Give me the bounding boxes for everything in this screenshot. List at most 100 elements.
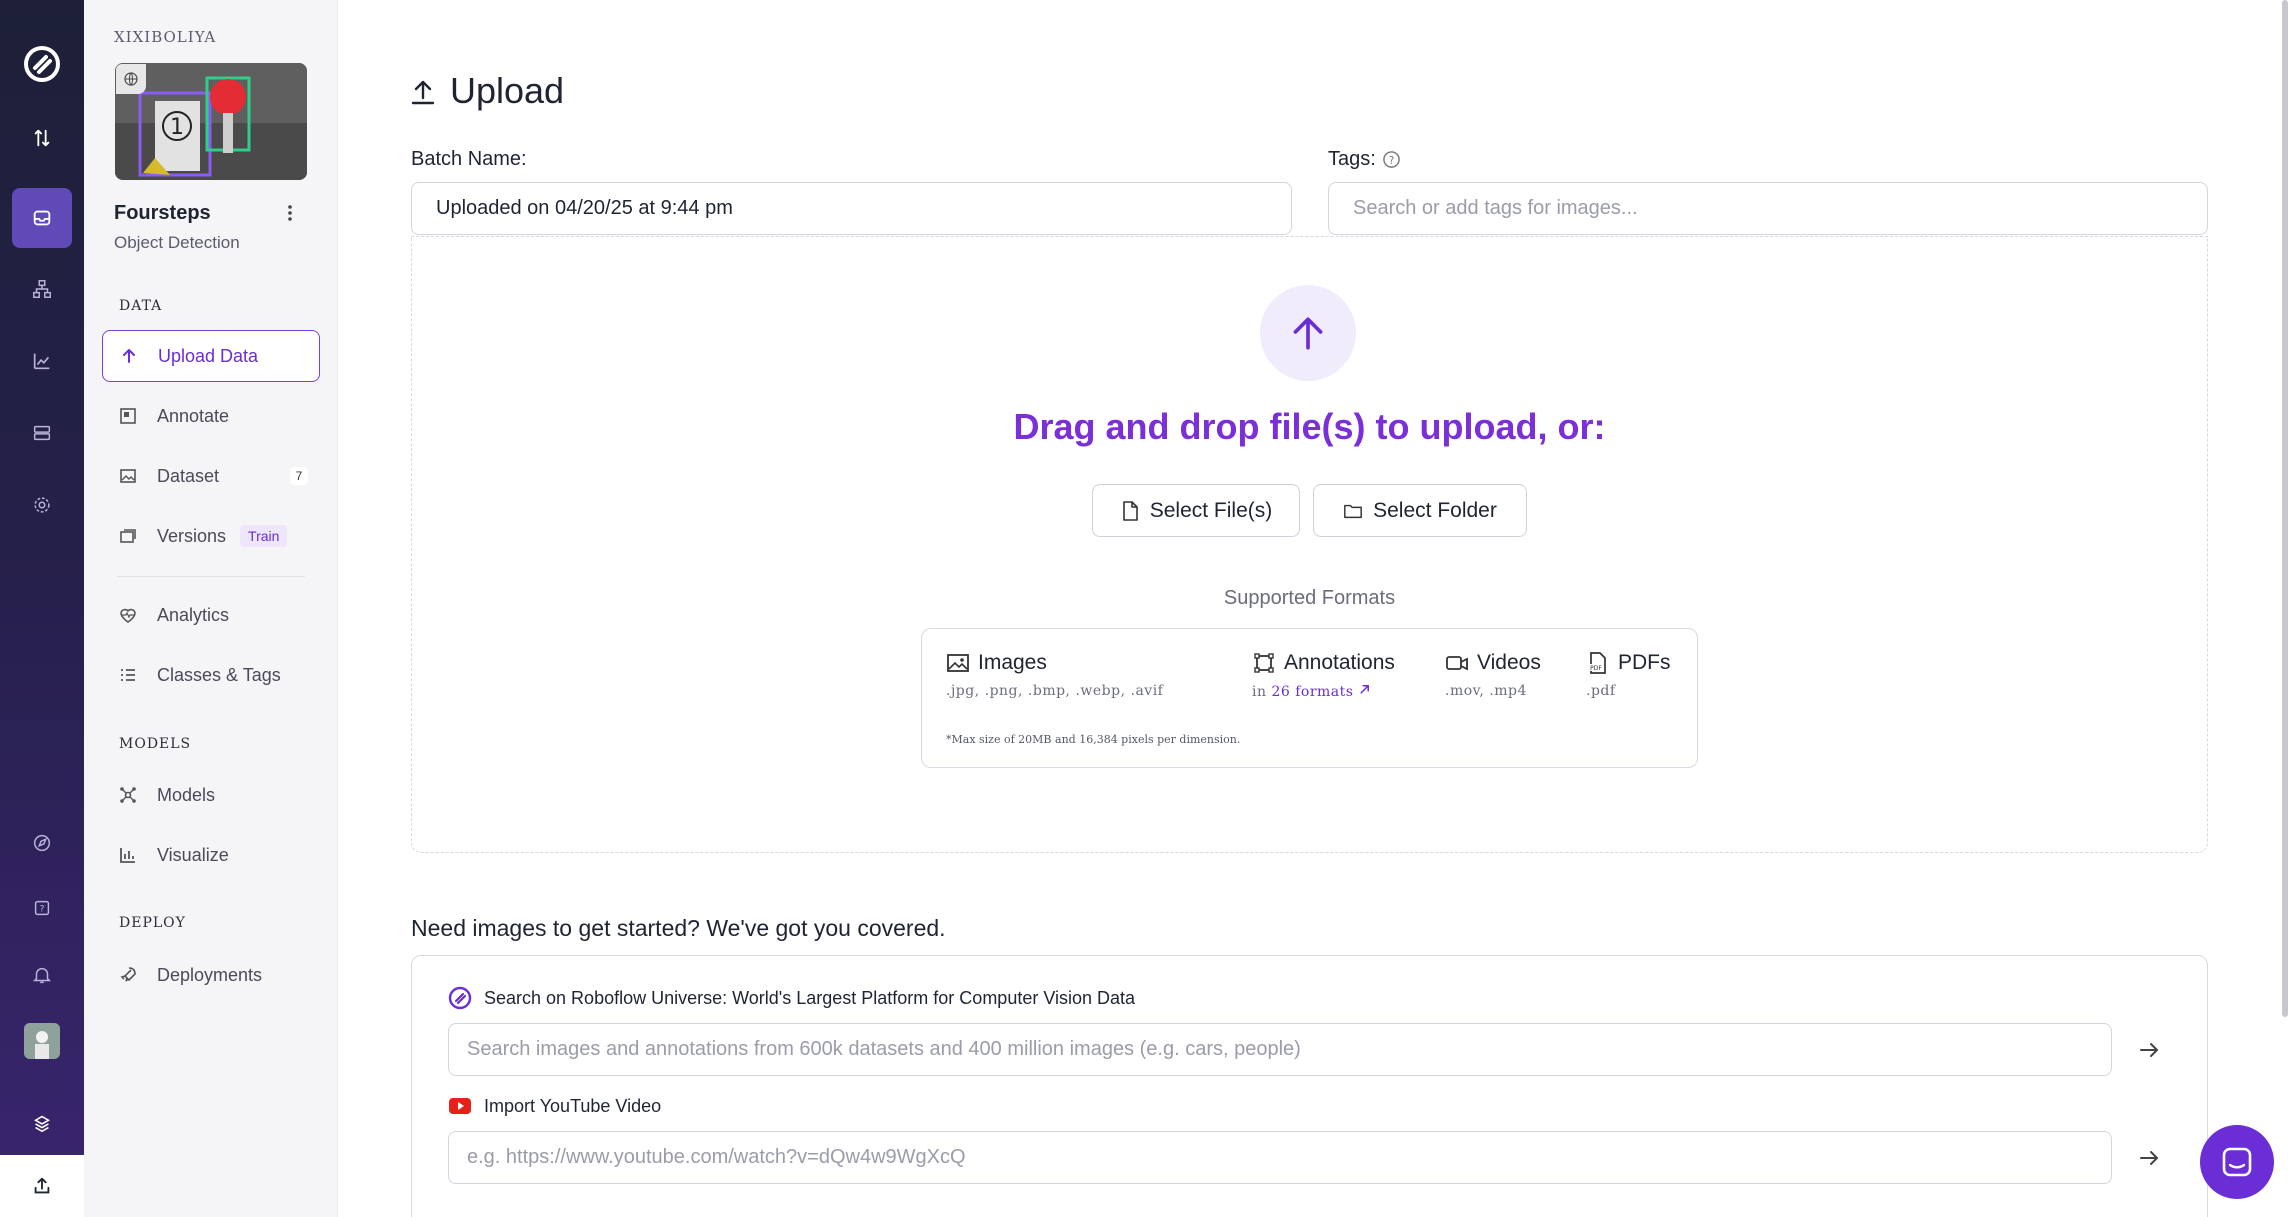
sidebar-item-label: Classes & Tags — [157, 664, 281, 685]
page-title-text: Upload — [450, 70, 565, 111]
list-icon — [121, 669, 135, 681]
upload-shortcut[interactable] — [0, 1155, 84, 1217]
svg-text:1: 1 — [170, 115, 184, 140]
chat-icon — [2222, 1147, 2252, 1177]
sidebar-item-label: Upload Data — [158, 345, 259, 366]
format-annotations: Annotations in 26 formats — [1252, 651, 1395, 700]
bar-chart-icon — [120, 848, 135, 863]
sidebar-item-visualize[interactable]: Visualize — [102, 829, 320, 881]
network-icon — [120, 787, 136, 803]
workflow-icon[interactable] — [21, 268, 63, 310]
format-videos-exts: .mov, .mp4 — [1445, 683, 1527, 699]
file-icon — [1122, 500, 1138, 521]
youtube-title-text: Import YouTube Video — [484, 1095, 662, 1116]
avatar[interactable] — [24, 1023, 60, 1059]
roboflow-logo[interactable] — [21, 43, 63, 85]
select-folder-label: Select Folder — [1373, 498, 1497, 522]
import-sources-card: Search on Roboflow Universe: World's Lar… — [411, 955, 2208, 1217]
page-title: Upload — [410, 70, 564, 112]
format-videos-title: Videos — [1477, 651, 1541, 674]
need-images-heading: Need images to get started? We've got yo… — [411, 915, 946, 941]
sidebar-item-label: Models — [157, 784, 216, 805]
chart-icon[interactable] — [21, 340, 63, 382]
explore-icon[interactable] — [21, 822, 63, 864]
project-type: Object Detection — [114, 233, 240, 252]
format-videos: Videos .mov, .mp4 — [1445, 651, 1541, 699]
external-link-icon[interactable] — [1358, 683, 1371, 696]
gear-icon[interactable] — [21, 484, 63, 526]
universe-search-arrow-icon[interactable] — [2134, 1035, 2164, 1065]
chat-support-button[interactable] — [2200, 1125, 2274, 1199]
heart-pulse-icon — [120, 608, 136, 623]
drag-drop-text: Drag and drop file(s) to upload, or: — [1013, 406, 1606, 447]
svg-text:PDF: PDF — [1590, 665, 1602, 672]
workspace-name[interactable]: XIXIBOLIYA — [114, 28, 216, 46]
supported-formats-card: Images .jpg, .png, .bmp, .webp, .avif An… — [921, 628, 1698, 768]
sidebar-item-label: Deployments — [157, 964, 263, 985]
project-thumbnail[interactable]: 1 — [115, 63, 307, 180]
sidebar-item-label: Dataset — [157, 465, 220, 486]
sidebar-divider — [117, 576, 305, 577]
format-images-exts: .jpg, .png, .bmp, .webp, .avif — [946, 683, 1164, 699]
image-icon — [947, 654, 969, 672]
universe-search-input[interactable]: Search images and annotations from 600k … — [448, 1023, 2112, 1076]
help-icon[interactable]: ? — [21, 887, 63, 929]
transfer-icon[interactable] — [21, 117, 63, 159]
select-files-label: Select File(s) — [1149, 498, 1273, 522]
project-sidebar: XIXIBOLIYA 1 Foursteps Object Detection … — [84, 0, 338, 1217]
train-badge: Train — [240, 525, 288, 547]
sidebar-item-label: Annotate — [157, 405, 230, 426]
bounding-box-icon — [1254, 653, 1274, 673]
select-folder-button[interactable]: Select Folder — [1313, 484, 1527, 537]
folder-icon — [1344, 504, 1363, 518]
server-icon[interactable] — [21, 412, 63, 454]
page-scrollbar[interactable] — [2282, 0, 2288, 1017]
select-files-button[interactable]: Select File(s) — [1092, 484, 1300, 537]
tags-input[interactable]: Search or add tags for images... — [1328, 182, 2208, 235]
annotate-icon — [120, 408, 136, 424]
youtube-url-input[interactable]: e.g. https://www.youtube.com/watch?v=dQw… — [448, 1131, 2112, 1184]
format-images-title: Images — [978, 651, 1047, 674]
roboflow-universe-icon — [448, 986, 472, 1010]
sidebar-item-upload-data[interactable]: Upload Data — [102, 330, 320, 382]
sidebar-item-classes-tags[interactable]: Classes & Tags — [102, 649, 320, 701]
image-icon — [120, 469, 136, 483]
rocket-icon — [120, 967, 136, 982]
youtube-icon — [449, 1098, 471, 1114]
sidebar-item-annotate[interactable]: Annotate — [102, 390, 320, 442]
universe-title-text: Search on Roboflow Universe: World's Lar… — [484, 987, 1136, 1008]
format-pdfs: PDF PDFs .pdf — [1586, 651, 1671, 699]
more-options-icon[interactable] — [280, 200, 300, 226]
arrow-up-icon — [123, 349, 135, 363]
batch-name-input[interactable]: Uploaded on 04/20/25 at 9:44 pm — [411, 182, 1292, 235]
section-label-data: DATA — [119, 298, 163, 314]
youtube-import-arrow-icon[interactable] — [2134, 1143, 2164, 1173]
project-title: Foursteps — [114, 202, 211, 224]
svg-text:?: ? — [1389, 155, 1395, 167]
globe-icon — [116, 64, 146, 94]
bell-icon[interactable] — [21, 954, 63, 996]
sidebar-item-label: Analytics — [157, 604, 230, 625]
format-pdfs-exts: .pdf — [1586, 683, 1616, 699]
svg-text:?: ? — [40, 904, 45, 915]
supported-formats-label: Supported Formats — [1223, 587, 1396, 609]
sidebar-item-label: Versions — [157, 525, 227, 546]
help-circle-icon[interactable]: ? — [1382, 150, 1401, 169]
sidebar-item-versions[interactable]: Versions Train — [102, 510, 320, 562]
sidebar-item-models[interactable]: Models — [102, 769, 320, 821]
sidebar-item-analytics[interactable]: Analytics — [102, 589, 320, 641]
youtube-row-title: Import YouTube Video — [448, 1094, 661, 1118]
format-size-note: *Max size of 20MB and 16,384 pixels per … — [946, 733, 1241, 746]
format-annotations-title: Annotations — [1284, 651, 1395, 674]
sidebar-item-dataset[interactable]: Dataset 7 — [102, 450, 320, 502]
upload-arrow-icon — [1260, 285, 1356, 381]
stack-icon[interactable] — [21, 1102, 63, 1144]
dataset-count-badge: 7 — [290, 467, 308, 485]
format-annotations-prefix: in — [1252, 684, 1267, 700]
tags-label: Tags: ? — [1328, 148, 1401, 171]
tags-label-text: Tags: — [1328, 148, 1376, 170]
sidebar-item-deployments[interactable]: Deployments — [102, 949, 320, 1001]
inbox-icon[interactable] — [12, 188, 72, 248]
section-label-deploy: DEPLOY — [119, 915, 186, 931]
annotation-formats-link[interactable]: 26 formats — [1271, 684, 1353, 700]
